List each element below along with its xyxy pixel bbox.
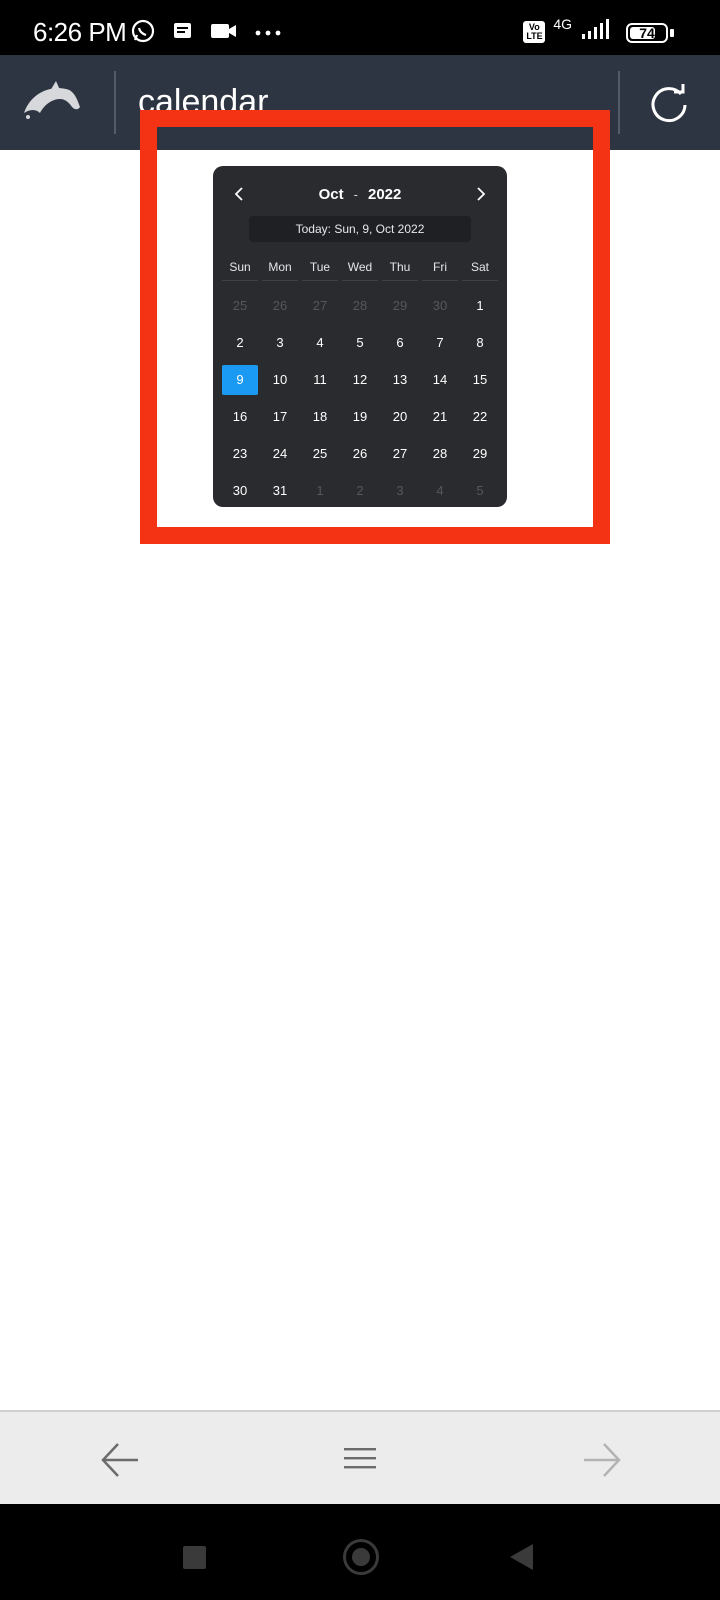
status-notification-icons (130, 18, 282, 49)
calendar-day[interactable]: 31 (262, 472, 298, 509)
network-type: 4G (553, 15, 572, 32)
calendar-day[interactable]: 26 (262, 287, 298, 324)
volte-icon: Vo LTE (523, 20, 546, 43)
calendar-day[interactable]: 30 (422, 287, 458, 324)
calendar-header: Oct - 2022 (213, 180, 507, 208)
calendar-day[interactable]: 30 (222, 472, 258, 509)
calendar-day[interactable]: 29 (462, 435, 498, 472)
calendar-day[interactable]: 21 (422, 398, 458, 435)
video-icon (210, 20, 238, 47)
calendar-day[interactable]: 2 (222, 324, 258, 361)
calendar-day[interactable]: 6 (382, 324, 418, 361)
calendar-day[interactable]: 8 (462, 324, 498, 361)
weekday-label: Sun (222, 254, 258, 281)
weekday-label: Wed (342, 254, 378, 281)
calendar-day[interactable]: 29 (382, 287, 418, 324)
dolphin-logo-icon[interactable] (20, 77, 84, 126)
status-signal-group: Vo LTE 4G (523, 15, 610, 45)
browser-bottom-bar (0, 1410, 720, 1504)
battery-percent: 74 (639, 25, 655, 41)
calendar-day[interactable]: 18 (302, 398, 338, 435)
calendar-day[interactable]: 15 (462, 361, 498, 398)
weekday-label: Fri (422, 254, 458, 281)
signal-icon (580, 18, 610, 45)
home-button[interactable] (343, 1539, 379, 1575)
recent-apps-button[interactable] (183, 1546, 206, 1569)
menu-icon[interactable] (342, 1444, 378, 1479)
calendar-day[interactable]: 19 (342, 398, 378, 435)
toolbar-divider-right (618, 71, 620, 134)
calendar-day[interactable]: 5 (342, 324, 378, 361)
calendar-day[interactable]: 4 (302, 324, 338, 361)
next-month-button[interactable] (469, 180, 493, 208)
calendar-day[interactable]: 3 (382, 472, 418, 509)
calendar-day[interactable]: 10 (262, 361, 298, 398)
calendar-day[interactable]: 28 (342, 287, 378, 324)
calendar-day[interactable]: 12 (342, 361, 378, 398)
month-year-separator: - (353, 186, 358, 202)
calendar-day[interactable]: 25 (222, 287, 258, 324)
year-label[interactable]: 2022 (368, 186, 401, 203)
status-bar: 6:26 PM Vo LTE 4G 74 (0, 0, 720, 55)
calendar-day[interactable]: 27 (382, 435, 418, 472)
calendar-day[interactable]: 22 (462, 398, 498, 435)
calendar-day[interactable]: 28 (422, 435, 458, 472)
system-navigation-bar (0, 1504, 720, 1600)
calendar-day[interactable]: 1 (462, 287, 498, 324)
selected-day[interactable]: 9 (222, 364, 258, 395)
calendar-day[interactable]: 17 (262, 398, 298, 435)
battery-icon: 74 (626, 23, 668, 43)
calendar-day[interactable]: 4 (422, 472, 458, 509)
calendar-day[interactable]: 26 (342, 435, 378, 472)
calendar-day[interactable]: 7 (422, 324, 458, 361)
calendar-day[interactable]: 20 (382, 398, 418, 435)
calendar-day[interactable]: 2 (342, 472, 378, 509)
toolbar-divider-left (114, 71, 116, 134)
calendar-day[interactable]: 27 (302, 287, 338, 324)
message-icon (172, 20, 194, 47)
weekday-header-row: Sun Mon Tue Wed Thu Fri Sat (222, 254, 500, 281)
day-grid: 25 26 27 28 29 30 1 2 3 4 5 6 7 8 9 10 11 12 13 14 15 16 17 18 1… (222, 287, 500, 509)
reload-icon[interactable] (648, 82, 690, 129)
calendar-day[interactable]: 25 (302, 435, 338, 472)
forward-arrow-icon[interactable] (580, 1440, 622, 1485)
battery-tip (670, 29, 674, 37)
system-back-button[interactable] (510, 1544, 533, 1570)
calendar-widget: Oct - 2022 Today: Sun, 9, Oct 2022 Sun Mo… (213, 166, 507, 507)
month-label[interactable]: Oct (319, 186, 344, 203)
calendar-day[interactable]: 5 (462, 472, 498, 509)
calendar-day[interactable]: 24 (262, 435, 298, 472)
calendar-day[interactable]: 14 (422, 361, 458, 398)
calendar-day[interactable]: 1 (302, 472, 338, 509)
calendar-day[interactable]: 16 (222, 398, 258, 435)
weekday-label: Sat (462, 254, 498, 281)
weekday-label: Thu (382, 254, 418, 281)
home-button-inner (352, 1548, 370, 1566)
back-arrow-icon[interactable] (100, 1440, 142, 1485)
today-button[interactable]: Today: Sun, 9, Oct 2022 (249, 216, 471, 242)
calendar-day[interactable]: 11 (302, 361, 338, 398)
chevron-right-icon (477, 187, 486, 201)
calendar-day[interactable]: 3 (262, 324, 298, 361)
weekday-label: Tue (302, 254, 338, 281)
status-time: 6:26 PM (33, 17, 127, 47)
whatsapp-icon (130, 18, 156, 49)
calendar-day[interactable]: 13 (382, 361, 418, 398)
calendar-day[interactable]: 23 (222, 435, 258, 472)
more-dots-icon (254, 25, 282, 43)
weekday-label: Mon (262, 254, 298, 281)
